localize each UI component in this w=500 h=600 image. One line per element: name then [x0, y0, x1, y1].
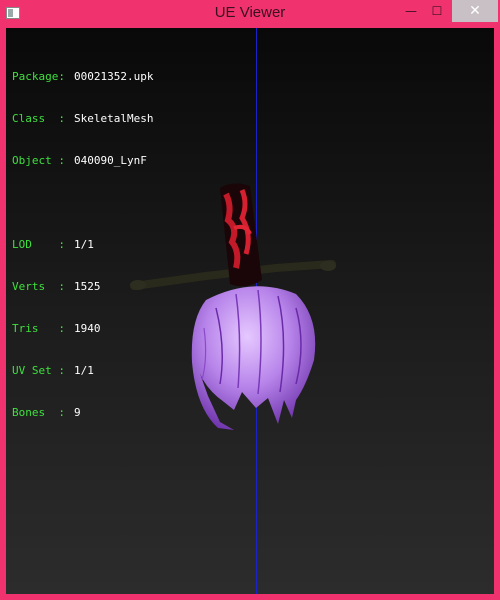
info-value: 1/1 [74, 238, 94, 251]
info-row-class: Class : SkeletalMesh [12, 112, 153, 126]
info-row-package: Package: 00021352.upk [12, 70, 153, 84]
info-row-bones: Bones : 9 [12, 406, 153, 420]
maximize-button[interactable]: ☐ [424, 0, 450, 22]
info-value: 9 [74, 406, 81, 419]
info-row-tris: Tris : 1940 [12, 322, 153, 336]
info-label: Object : [12, 154, 65, 167]
info-label: LOD : [12, 238, 65, 251]
close-button[interactable]: ✕ [452, 0, 498, 22]
info-value: SkeletalMesh [74, 112, 154, 125]
info-label: Verts : [12, 280, 65, 293]
info-label: UV Set : [12, 364, 65, 377]
minimize-button[interactable]: — [398, 0, 424, 22]
info-value: 1940 [74, 322, 101, 335]
info-value: 040090_LynF [74, 154, 147, 167]
3d-viewport[interactable]: Package: 00021352.upk Class : SkeletalMesh… [6, 28, 494, 594]
info-label: Bones : [12, 406, 65, 419]
info-row-uvset: UV Set : 1/1 [12, 364, 153, 378]
info-label: Package: [12, 70, 65, 83]
hair-mesh [191, 286, 316, 430]
info-value: 1/1 [74, 364, 94, 377]
info-row-lod: LOD : 1/1 [12, 238, 153, 252]
title-bar[interactable]: UE Viewer — ☐ ✕ [0, 0, 500, 26]
mesh-info-panel: Package: 00021352.upk Class : SkeletalMesh… [12, 42, 153, 448]
app-window: UE Viewer — ☐ ✕ Package: 00021352.upk Cl… [0, 0, 500, 600]
info-label: Tris : [12, 322, 65, 335]
info-value: 00021352.upk [74, 70, 154, 83]
info-value: 1525 [74, 280, 101, 293]
info-row-verts: Verts : 1525 [12, 280, 153, 294]
info-row-object: Object : 040090_LynF [12, 154, 153, 168]
info-label: Class : [12, 112, 65, 125]
